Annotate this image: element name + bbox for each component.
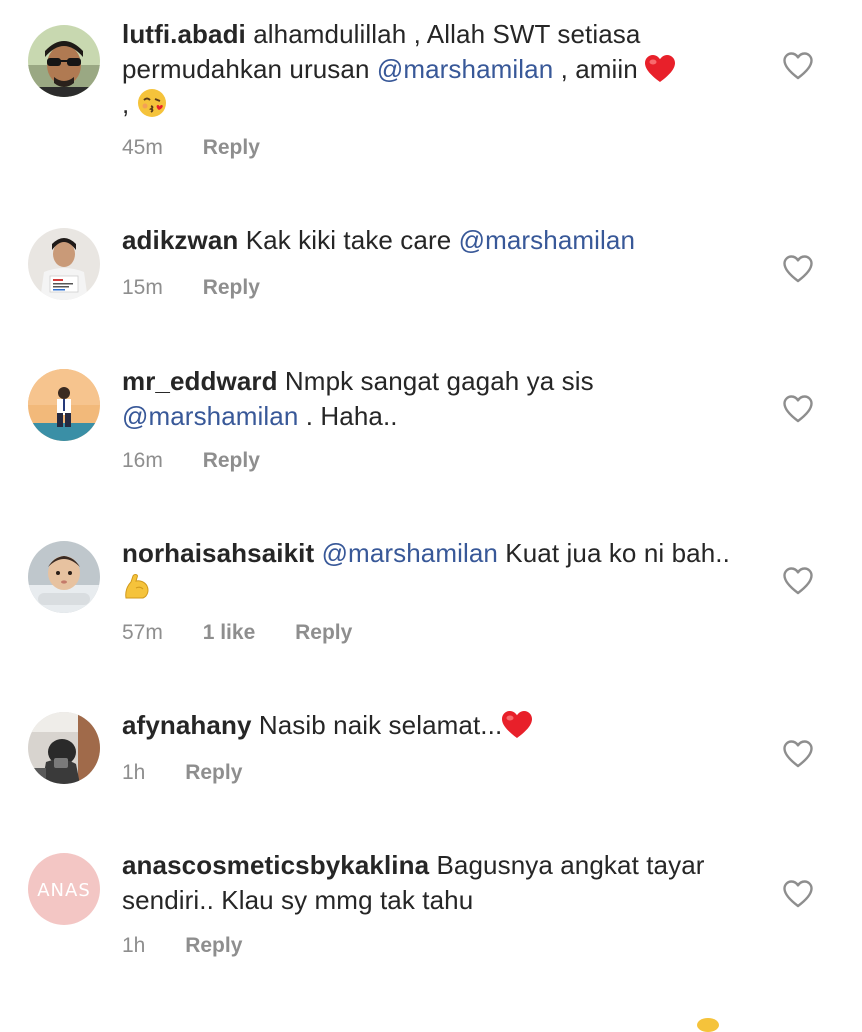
comment-timestamp: 1h xyxy=(122,934,146,957)
mention-link[interactable]: @marshamilan xyxy=(459,225,635,255)
comment-username[interactable]: mr_eddward xyxy=(122,366,278,396)
face-blowing-kiss-emoji xyxy=(137,88,167,118)
comment-text: anascosmeticsbykaklina Bagusnya angkat t… xyxy=(122,848,742,918)
comment-text: mr_eddward Nmpk sangat gagah ya sis @mar… xyxy=(122,364,742,434)
avatar[interactable] xyxy=(28,25,100,97)
reply-button[interactable]: Reply xyxy=(185,761,242,785)
comment-text: norhaisahsaikit @marshamilan Kuat jua ko… xyxy=(122,536,742,606)
avatar[interactable] xyxy=(28,541,100,613)
comment-meta: 1h Reply xyxy=(122,761,242,785)
avatar[interactable] xyxy=(28,712,100,784)
mention-link[interactable]: @marshamilan xyxy=(377,54,553,84)
comment-text: adikzwan Kak kiki take care @marshamilan xyxy=(122,223,742,258)
comment-meta: 57m 1 like Reply xyxy=(122,621,352,645)
comment-body xyxy=(314,538,321,568)
reply-button[interactable]: Reply xyxy=(185,934,242,958)
comment-timestamp: 45m xyxy=(122,136,163,159)
comment-body: . Haha.. xyxy=(298,401,398,431)
like-heart-icon[interactable] xyxy=(783,395,813,423)
comment-username[interactable]: afynahany xyxy=(122,710,252,740)
reply-button[interactable]: Reply xyxy=(203,449,260,473)
comment-meta: 16m Reply xyxy=(122,449,260,473)
red-heart-emoji xyxy=(502,711,533,739)
comment-meta: 1h Reply xyxy=(122,934,242,958)
comment-body: Nasib naik selamat... xyxy=(251,710,503,740)
comment-username[interactable]: anascosmeticsbykaklina xyxy=(122,850,429,880)
comment-username[interactable]: lutfi.abadi xyxy=(122,19,246,49)
red-heart-emoji xyxy=(645,55,676,83)
reply-button[interactable]: Reply xyxy=(295,621,352,645)
reply-button[interactable]: Reply xyxy=(203,136,260,160)
comment-body: Kuat jua ko ni bah.. xyxy=(497,538,730,568)
comment-meta: 45m Reply xyxy=(122,136,260,160)
comment-body: Nmpk sangat gagah ya sis xyxy=(277,366,594,396)
comment-text: afynahany Nasib naik selamat... xyxy=(122,708,742,743)
like-heart-icon[interactable] xyxy=(783,880,813,908)
emoji-partial xyxy=(697,1018,719,1032)
avatar-logo-text: ANAS xyxy=(37,880,91,901)
comment-body: , xyxy=(122,89,137,119)
comment-body: , amiin xyxy=(553,54,646,84)
mention-link[interactable]: @marshamilan xyxy=(322,538,498,568)
comment-meta: 15m Reply xyxy=(122,276,260,300)
like-heart-icon[interactable] xyxy=(783,255,813,283)
mention-link[interactable]: @marshamilan xyxy=(122,401,298,431)
like-heart-icon[interactable] xyxy=(783,567,813,595)
comment-timestamp: 16m xyxy=(122,449,163,472)
comment-body: Kak kiki take care xyxy=(238,225,459,255)
avatar[interactable] xyxy=(28,228,100,300)
reply-button[interactable]: Reply xyxy=(203,276,260,300)
comment-text: lutfi.abadi alhamdulillah , Allah SWT se… xyxy=(122,17,742,122)
like-heart-icon[interactable] xyxy=(783,740,813,768)
avatar[interactable]: ANAS xyxy=(28,853,100,925)
comment-timestamp: 15m xyxy=(122,276,163,299)
like-heart-icon[interactable] xyxy=(783,52,813,80)
likes-count[interactable]: 1 like xyxy=(203,621,256,645)
comment-username[interactable]: norhaisahsaikit xyxy=(122,538,314,568)
comment-username[interactable]: adikzwan xyxy=(122,225,238,255)
avatar[interactable] xyxy=(28,369,100,441)
flexed-biceps-emoji xyxy=(122,572,152,602)
comment-timestamp: 1h xyxy=(122,761,146,784)
comment-timestamp: 57m xyxy=(122,621,163,644)
